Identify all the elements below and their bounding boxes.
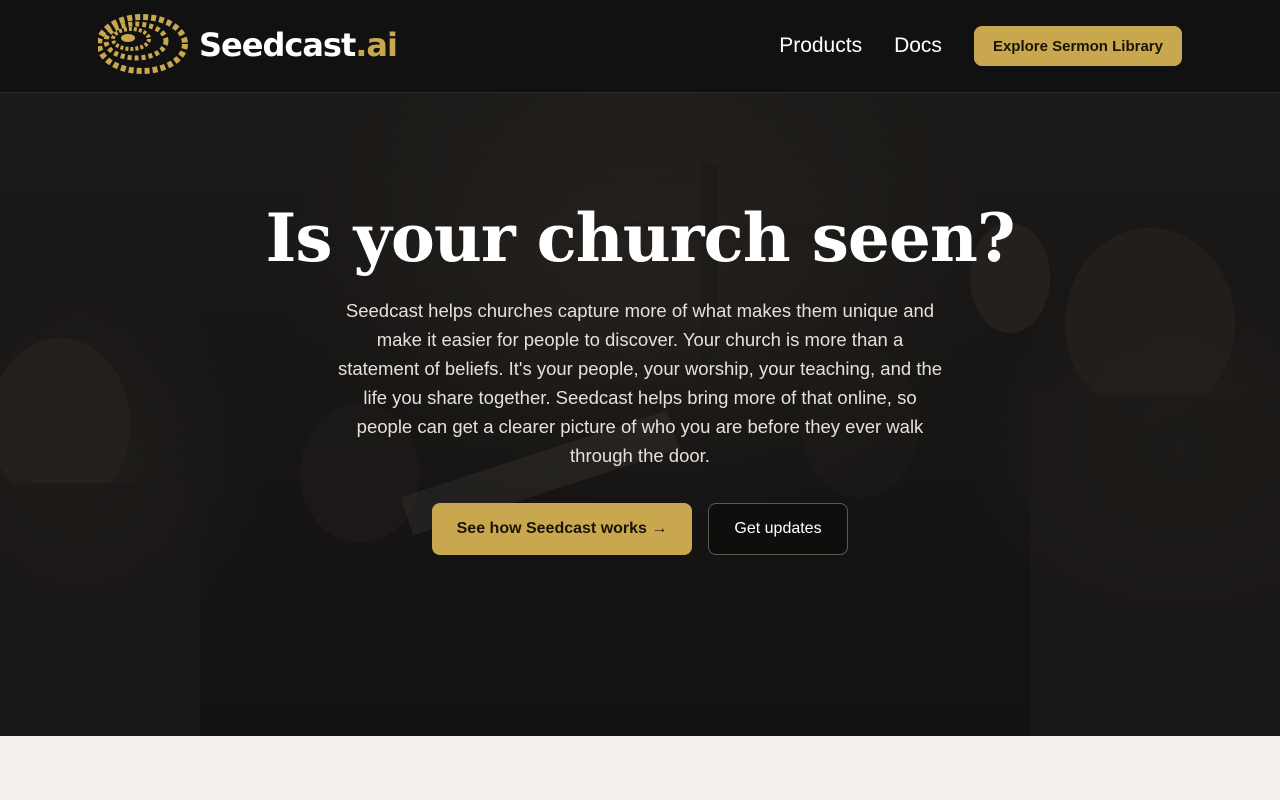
hero-section: Is your church seen? Seedcast helps chur… — [0, 93, 1280, 736]
brand-name: Seedcast — [199, 26, 356, 64]
brand-suffix: .ai — [355, 26, 398, 64]
brand-logo[interactable]: Seedcast.ai — [98, 14, 398, 76]
nav-docs-link[interactable]: Docs — [894, 34, 942, 58]
hero-title: Is your church seen? — [265, 199, 1016, 277]
explore-sermon-library-button[interactable]: Explore Sermon Library — [973, 26, 1182, 66]
hero-description: Seedcast helps churches capture more of … — [337, 300, 943, 466]
next-section — [0, 736, 1280, 800]
hero-cta-row: See how Seedcast works → Get updates — [432, 503, 848, 555]
brand-wordmark: Seedcast.ai — [199, 26, 398, 64]
seed-spiral-logo-icon — [98, 14, 188, 74]
main-nav: Products Docs Explore Sermon Library — [779, 26, 1182, 66]
nav-products-link[interactable]: Products — [779, 34, 862, 58]
get-updates-button[interactable]: Get updates — [708, 503, 848, 555]
site-header: Seedcast.ai Products Docs Explore Sermon… — [0, 0, 1280, 93]
see-how-it-works-button[interactable]: See how Seedcast works → — [432, 503, 692, 555]
